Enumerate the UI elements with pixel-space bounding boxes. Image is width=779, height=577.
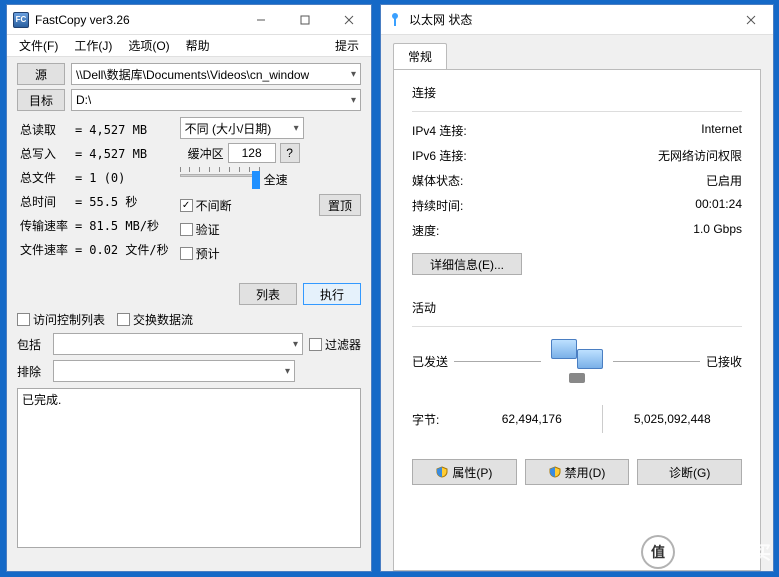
stats-table: 总读取=4,527 MB 总写入=4,527 MB 总文件=1 (0) 总时间=… [17,117,172,263]
source-button[interactable]: 源 [17,63,65,85]
exclude-label: 排除 [17,363,47,380]
bytes-sent: 62,494,176 [462,412,602,426]
buffer-label: 缓冲区 [180,145,224,162]
exclude-field[interactable] [53,360,295,382]
network-icon [387,12,403,28]
dest-button[interactable]: 目标 [17,89,65,111]
properties-button[interactable]: 属性(P) [412,459,517,485]
window-title: FastCopy ver3.26 [35,13,239,27]
close-button[interactable] [729,6,773,34]
mode-select[interactable]: 不同 (大小/日期) [180,117,304,139]
verify-checkbox[interactable]: 验证 [180,221,220,238]
menu-options[interactable]: 选项(O) [120,35,177,56]
list-button[interactable]: 列表 [239,283,297,305]
estimate-checkbox[interactable]: 预计 [180,245,220,262]
acl-checkbox[interactable]: 访问控制列表 [17,311,105,328]
speed-value: 1.0 Gbps [693,222,742,239]
shield-icon [436,466,448,478]
maximize-button[interactable] [283,6,327,34]
menubar: 文件(F) 工作(J) 选项(O) 帮助 提示 [7,35,371,57]
window-title: 以太网 状态 [409,11,729,28]
shield-icon [549,466,561,478]
include-field[interactable] [53,333,303,355]
menu-help[interactable]: 帮助 [178,35,218,56]
buffer-help-button[interactable]: ? [280,143,300,163]
execute-button[interactable]: 执行 [303,283,361,305]
filter-checkbox[interactable]: 过滤器 [309,336,361,353]
activity-section: 活动 [412,299,742,316]
titlebar[interactable]: 以太网 状态 [381,5,773,35]
disable-button[interactable]: 禁用(D) [525,459,630,485]
bytes-recv: 5,025,092,448 [603,412,743,426]
include-label: 包括 [17,336,47,353]
menu-work[interactable]: 工作(J) [66,35,120,56]
ipv4-value: Internet [701,122,742,139]
tab-page: 连接 IPv4 连接:Internet IPv6 连接:无网络访问权限 媒体状态… [393,69,761,571]
media-value: 已启用 [706,172,742,189]
watermark-badge-icon: 值 [641,535,675,569]
status-box: 已完成. [17,388,361,548]
nonstop-checkbox[interactable]: ✓不间断 [180,197,232,214]
ethernet-status-window: 以太网 状态 常规 连接 IPv4 连接:Internet IPv6 连接:无网… [380,4,774,572]
titlebar[interactable]: FC FastCopy ver3.26 [7,5,371,35]
swap-checkbox[interactable]: 交换数据流 [117,311,193,328]
network-activity-icon [547,339,607,383]
close-button[interactable] [327,6,371,34]
menu-file[interactable]: 文件(F) [11,35,66,56]
buffer-input[interactable]: 128 [228,143,276,163]
source-path-field[interactable]: \\Dell\数据库\Documents\Videos\cn_window [71,63,361,85]
details-button[interactable]: 详细信息(E)... [412,253,522,275]
recv-label: 已接收 [706,353,742,370]
diagnose-button[interactable]: 诊断(G) [637,459,742,485]
duration-value: 00:01:24 [695,197,742,214]
fastcopy-window: FC FastCopy ver3.26 文件(F) 工作(J) 选项(O) 帮助… [6,4,372,572]
speed-full-label: 全速 [264,171,288,188]
menu-tip[interactable]: 提示 [327,35,367,56]
status-text: 已完成. [22,391,356,408]
ipv6-value: 无网络访问权限 [658,147,742,164]
watermark: 值 什么值得买 [641,535,771,569]
sent-label: 已发送 [412,353,448,370]
speed-slider[interactable] [180,167,260,191]
app-icon: FC [13,12,29,28]
bytes-label: 字节: [412,411,462,428]
tab-general[interactable]: 常规 [393,43,447,69]
dest-path-field[interactable]: D:\ [71,89,361,111]
connection-section: 连接 [412,84,742,101]
minimize-button[interactable] [239,6,283,34]
top-button[interactable]: 置顶 [319,194,361,216]
